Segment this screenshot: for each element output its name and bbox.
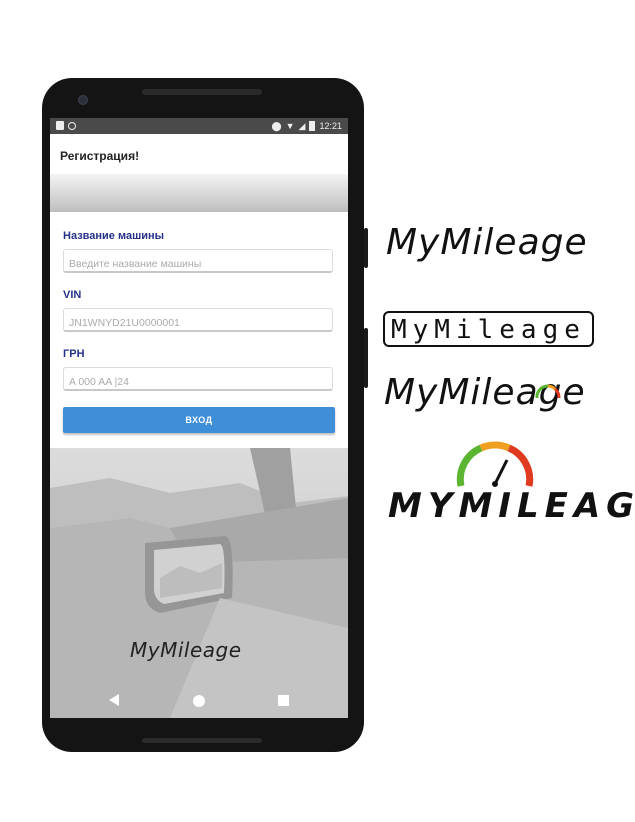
logo-script: MyMileage bbox=[386, 222, 588, 263]
bottom-speaker bbox=[142, 738, 262, 743]
car-name-input[interactable] bbox=[63, 249, 333, 273]
logo-bold: MYMILEAGE bbox=[388, 486, 635, 526]
sync-icon bbox=[68, 121, 76, 130]
back-icon[interactable] bbox=[108, 693, 120, 707]
status-time: 12:21 bbox=[319, 121, 342, 131]
recent-apps-icon[interactable] bbox=[278, 695, 289, 706]
speedometer-icon bbox=[456, 441, 534, 487]
signal-icon: ◢ bbox=[298, 121, 306, 131]
status-bar: ⬤ ▼ ◢ 12:21 bbox=[50, 118, 348, 134]
car-name-label: Название машины bbox=[63, 230, 165, 242]
background-photo: MyMileage bbox=[50, 448, 348, 718]
phone-frame: ⬤ ▼ ◢ 12:21 Регистрация! Название машины… bbox=[42, 78, 368, 752]
location-icon: ⬤ bbox=[271, 121, 282, 131]
registration-form: Название машины VIN ГРН ВХОД bbox=[50, 212, 348, 448]
login-button[interactable]: ВХОД bbox=[63, 407, 335, 433]
gauge-arc-icon bbox=[535, 384, 561, 399]
vin-input[interactable] bbox=[63, 308, 333, 332]
volume-button bbox=[364, 328, 368, 388]
sd-card-icon bbox=[56, 121, 64, 130]
grn-label: ГРН bbox=[63, 348, 85, 360]
vin-label: VIN bbox=[63, 289, 82, 301]
battery-icon bbox=[309, 121, 316, 131]
power-button bbox=[364, 228, 368, 268]
watermark-logo: MyMileage bbox=[130, 638, 242, 662]
phone-screen: ⬤ ▼ ◢ 12:21 Регистрация! Название машины… bbox=[50, 118, 348, 718]
grn-input[interactable] bbox=[63, 367, 333, 391]
front-camera bbox=[78, 95, 88, 105]
wifi-icon: ▼ bbox=[285, 121, 295, 131]
home-icon[interactable] bbox=[192, 694, 206, 708]
header-shadow-band bbox=[50, 174, 348, 212]
earpiece-speaker bbox=[142, 89, 262, 95]
app-bar: Регистрация! bbox=[50, 134, 348, 174]
page-title: Регистрация! bbox=[60, 149, 140, 163]
logo-boxed: MyMileage bbox=[383, 311, 594, 347]
